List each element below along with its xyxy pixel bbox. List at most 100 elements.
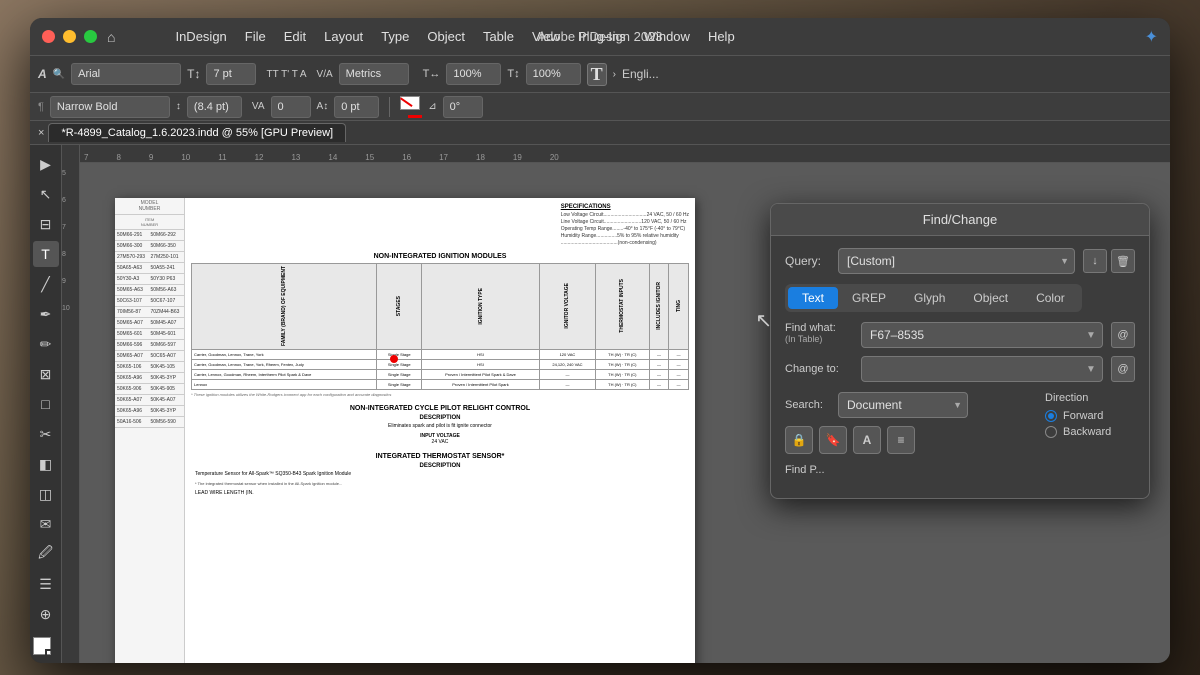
backward-radio[interactable] xyxy=(1045,426,1057,438)
forward-radio[interactable] xyxy=(1045,410,1057,422)
menu-edit[interactable]: Edit xyxy=(284,29,306,44)
text-tool[interactable]: T xyxy=(33,241,59,267)
note-tool[interactable]: ✉ xyxy=(33,511,59,537)
menu-help[interactable]: Help xyxy=(708,29,735,44)
lock-icon-btn[interactable]: 🔒 xyxy=(785,426,813,454)
font-family-input[interactable] xyxy=(71,63,181,85)
leading-input[interactable] xyxy=(187,96,242,118)
close-button[interactable] xyxy=(42,30,55,43)
col-ting: TING xyxy=(669,264,689,350)
pen-tool[interactable]: ✒ xyxy=(33,301,59,327)
query-select[interactable] xyxy=(838,248,1075,274)
td-includes-2: — xyxy=(649,360,669,370)
change-to-input-wrap: ▼ xyxy=(861,356,1103,382)
find-what-dropdown-btn[interactable]: ▼ xyxy=(1079,322,1103,348)
menu-layout[interactable]: Layout xyxy=(324,29,363,44)
format-icon-btn[interactable]: ≡ xyxy=(887,426,915,454)
scale-h-input[interactable] xyxy=(446,63,501,85)
spec-row-2: Line Voltage Circuit....................… xyxy=(561,219,689,226)
menu-file[interactable]: File xyxy=(245,29,266,44)
tabs-row: Text GREP Glyph Object Color xyxy=(785,284,1082,312)
ruler-left-7: 7 xyxy=(62,224,79,231)
col-includes-ignitor: INCLUDES IGNITOR xyxy=(649,264,669,350)
tab-color[interactable]: Color xyxy=(1022,287,1079,309)
ruler-tick-7: 7 xyxy=(84,153,88,162)
find-what-at-btn[interactable]: @ xyxy=(1111,322,1135,348)
fullscreen-button[interactable] xyxy=(84,30,97,43)
menu-table[interactable]: Table xyxy=(483,29,514,44)
tab-object[interactable]: Object xyxy=(959,287,1022,309)
fill-stroke-swatch[interactable] xyxy=(33,637,59,663)
change-to-input[interactable] xyxy=(861,356,1103,382)
model-row-17: 50K65-A9650K45-3YP xyxy=(115,406,184,417)
page-tool[interactable]: ⊟ xyxy=(33,211,59,237)
font-size-input[interactable] xyxy=(206,63,256,85)
td-ting-3: — xyxy=(669,370,689,380)
pencil-tool[interactable]: ✏ xyxy=(33,331,59,357)
direct-select-tool[interactable]: ↖ xyxy=(33,181,59,207)
model-row-18: 50A16-50650M56-590 xyxy=(115,417,184,428)
menu-object[interactable]: Object xyxy=(427,29,465,44)
backward-radio-row[interactable]: Backward xyxy=(1045,426,1135,438)
close-doc-btn[interactable]: × xyxy=(38,127,44,139)
td-type-1: HSI xyxy=(422,350,540,360)
dropbox-icon[interactable]: ✦ xyxy=(1145,27,1158,47)
rectangle-frame-tool[interactable]: ⊠ xyxy=(33,361,59,387)
a-icon-btn[interactable]: A xyxy=(853,426,881,454)
tab-grep[interactable]: GREP xyxy=(838,287,900,309)
skew-input[interactable] xyxy=(443,96,483,118)
selection-tool[interactable]: ▶ xyxy=(33,151,59,177)
forward-radio-row[interactable]: Forward xyxy=(1045,410,1135,422)
ruler-left-5: 5 xyxy=(62,170,79,177)
font-style-input[interactable] xyxy=(50,96,170,118)
document-tab[interactable]: *R-4899_Catalog_1.6.2023.indd @ 55% [GPU… xyxy=(48,123,346,142)
td-inputs-4: TH (W) · TR (C) xyxy=(596,380,650,390)
tab-glyph[interactable]: Glyph xyxy=(900,287,959,309)
dialog-title-bar: Find/Change xyxy=(771,204,1149,236)
line-tool[interactable]: ╱ xyxy=(33,271,59,297)
find-p-row: Find P... xyxy=(785,464,1033,476)
canvas-content: MODELNUMBER ITEMNUMBER 50M66-29150M66-29… xyxy=(80,163,1170,663)
ruler-tick-8: 8 xyxy=(116,153,120,162)
menu-indesign[interactable]: InDesign xyxy=(175,29,226,44)
tracking-input[interactable] xyxy=(271,96,311,118)
find-what-input[interactable] xyxy=(861,322,1103,348)
ruler-tick-15: 15 xyxy=(365,153,374,162)
change-to-at-btn[interactable]: @ xyxy=(1111,356,1135,382)
minimize-button[interactable] xyxy=(63,30,76,43)
kerning-select[interactable] xyxy=(339,63,409,85)
gradient-tool[interactable]: ◧ xyxy=(33,451,59,477)
gradient-feather-tool[interactable]: ◫ xyxy=(33,481,59,507)
change-to-dropdown-btn[interactable]: ▼ xyxy=(1079,356,1103,382)
text-frame-icon[interactable]: T xyxy=(587,63,607,86)
delete-query-btn[interactable]: 🗑 xyxy=(1111,249,1135,273)
table-row-1: Carrier, Goodman, Lennox, Trane, York Si… xyxy=(192,350,689,360)
home-icon[interactable]: ⌂ xyxy=(107,29,115,45)
zoom-tool[interactable]: ⊕ xyxy=(33,601,59,627)
tools-panel: ▶ ↖ ⊟ T ╱ ✒ ✏ ⊠ □ ✂ ◧ ◫ ✉ 🖉 ☰ ⊕ xyxy=(30,145,62,663)
ruler-tick-11: 11 xyxy=(218,153,226,162)
rectangle-tool[interactable]: □ xyxy=(33,391,59,417)
ruler-top: 7 8 9 10 11 12 13 14 15 16 17 18 19 20 xyxy=(80,145,1170,163)
tab-text[interactable]: Text xyxy=(788,287,838,309)
td-includes-4: — xyxy=(649,380,669,390)
baseline-input[interactable] xyxy=(334,96,379,118)
save-query-btn[interactable]: ↓ xyxy=(1083,249,1107,273)
hand-tool[interactable]: ☰ xyxy=(33,571,59,597)
td-inputs-1: TH (W) · TR (C) xyxy=(596,350,650,360)
model-row-11: 50M66-59650M66-597 xyxy=(115,340,184,351)
find-label-wrap: Find what: (In Table) xyxy=(785,322,853,344)
scale-v-input[interactable] xyxy=(526,63,581,85)
paragraph-icon: ¶ xyxy=(38,101,44,113)
text-color-swatch[interactable] xyxy=(400,96,422,118)
col-stages: STAGES xyxy=(377,264,422,350)
search-select[interactable]: Document Story Selection All Documents xyxy=(838,392,968,418)
model-row-15: 50K65-90650K45-905 xyxy=(115,384,184,395)
eyedropper-tool[interactable]: 🖉 xyxy=(33,541,59,567)
cycle-pilot-section: NON-INTEGRATED CYCLE PILOT RELIGHT CONTR… xyxy=(191,405,689,445)
col-ignitor-voltage: IGNITOR VOLTAGE xyxy=(539,264,595,350)
scissors-tool[interactable]: ✂ xyxy=(33,421,59,447)
bookmark-icon-btn[interactable]: 🔖 xyxy=(819,426,847,454)
td-brand-1: Carrier, Goodman, Lennox, Trane, York xyxy=(192,350,377,360)
menu-type[interactable]: Type xyxy=(381,29,409,44)
